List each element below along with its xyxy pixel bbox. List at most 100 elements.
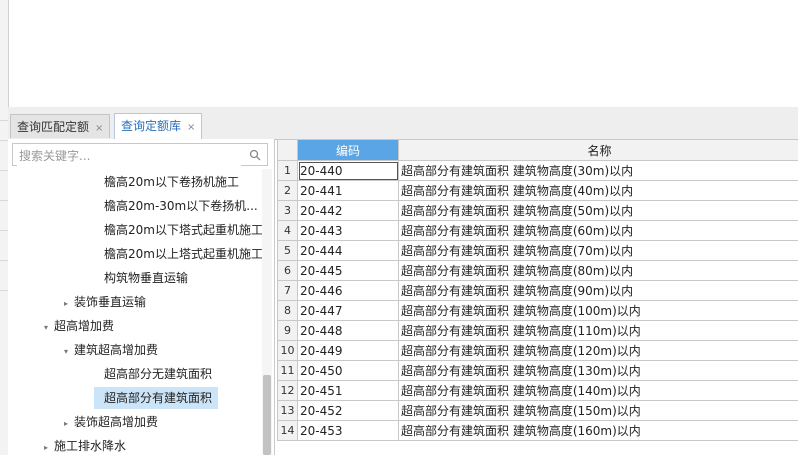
cell-code[interactable]: 20-441	[298, 181, 399, 201]
tree-item[interactable]: 超高部分无建筑面积	[94, 363, 212, 385]
tree-item-label: 檐高20m以上塔式起重机施工	[104, 247, 263, 261]
tree-item[interactable]: ▾超高增加费	[44, 315, 114, 337]
table-row[interactable]: 320-442超高部分有建筑面积 建筑物高度(50m)以内	[278, 201, 798, 221]
tree-item[interactable]: ▸装饰垂直运输	[64, 291, 146, 313]
cell-code[interactable]: 20-446	[298, 281, 399, 301]
column-header-rownum	[278, 140, 298, 161]
table-row[interactable]: 1320-452超高部分有建筑面积 建筑物高度(150m)以内	[278, 401, 798, 421]
tree-item-label: 檐高20m以下卷扬机施工	[104, 175, 239, 189]
chevron-right-icon[interactable]: ▸	[64, 293, 74, 315]
table-row[interactable]: 1020-449超高部分有建筑面积 建筑物高度(120m)以内	[278, 341, 798, 361]
tree-item[interactable]: 檐高20m-30m以下卷扬机...	[94, 195, 258, 217]
table-row[interactable]: 720-446超高部分有建筑面积 建筑物高度(90m)以内	[278, 281, 798, 301]
tree-item[interactable]: 超高部分有建筑面积	[94, 387, 218, 409]
row-number[interactable]: 4	[278, 221, 298, 241]
cell-code[interactable]: 20-447	[298, 301, 399, 321]
row-number[interactable]: 2	[278, 181, 298, 201]
cell-code[interactable]: 20-453	[298, 421, 399, 441]
tree-item[interactable]: ▾建筑超高增加费	[64, 339, 158, 361]
cell-code[interactable]: 20-448	[298, 321, 399, 341]
table-row[interactable]: 1420-453超高部分有建筑面积 建筑物高度(160m)以内	[278, 421, 798, 441]
tree-item[interactable]: 檐高20m以下卷扬机施工	[94, 171, 239, 193]
cell-code[interactable]: 20-442	[298, 201, 399, 221]
cell-code[interactable]: 20-452	[298, 401, 399, 421]
close-icon[interactable]: ×	[95, 123, 103, 134]
cell-name[interactable]: 超高部分有建筑面积 建筑物高度(120m)以内	[399, 341, 798, 361]
tab-bar: 查询匹配定额 × 查询定额库 ×	[8, 107, 798, 140]
row-number[interactable]: 5	[278, 241, 298, 261]
tab-label: 查询定额库	[121, 119, 181, 133]
row-number[interactable]: 13	[278, 401, 298, 421]
tree-scrollbar[interactable]	[262, 169, 272, 455]
cell-name[interactable]: 超高部分有建筑面积 建筑物高度(90m)以内	[399, 281, 798, 301]
column-header-code[interactable]: 编码	[298, 140, 399, 161]
cell-code[interactable]: 20-440	[298, 161, 399, 181]
chevron-right-icon[interactable]: ▸	[64, 413, 74, 435]
tree-item-label: 装饰垂直运输	[74, 295, 146, 309]
tab-query-match[interactable]: 查询匹配定额 ×	[10, 114, 110, 138]
row-number[interactable]: 1	[278, 161, 298, 181]
row-number[interactable]: 9	[278, 321, 298, 341]
tree-item-label: 构筑物垂直运输	[104, 271, 188, 285]
cell-name[interactable]: 超高部分有建筑面积 建筑物高度(150m)以内	[399, 401, 798, 421]
table-row[interactable]: 620-445超高部分有建筑面积 建筑物高度(80m)以内	[278, 261, 798, 281]
search-input[interactable]	[17, 145, 241, 166]
quota-table: 编码 名称 120-440超高部分有建筑面积 建筑物高度(30m)以内220-4…	[277, 139, 798, 441]
tab-query-library[interactable]: 查询定额库 ×	[114, 113, 202, 139]
row-number[interactable]: 14	[278, 421, 298, 441]
cell-name[interactable]: 超高部分有建筑面积 建筑物高度(160m)以内	[399, 421, 798, 441]
search-box	[12, 143, 268, 166]
close-icon[interactable]: ×	[187, 122, 195, 133]
row-number[interactable]: 12	[278, 381, 298, 401]
tree-item-label: 施工排水降水	[54, 439, 126, 453]
cell-name[interactable]: 超高部分有建筑面积 建筑物高度(80m)以内	[399, 261, 798, 281]
tree-item[interactable]: 檐高20m以下塔式起重机施工	[94, 219, 263, 241]
row-number[interactable]: 6	[278, 261, 298, 281]
cell-name[interactable]: 超高部分有建筑面积 建筑物高度(60m)以内	[399, 221, 798, 241]
tree-item-label: 檐高20m以下塔式起重机施工	[104, 223, 263, 237]
tree-item-label: 超高增加费	[54, 319, 114, 333]
table-row[interactable]: 920-448超高部分有建筑面积 建筑物高度(110m)以内	[278, 321, 798, 341]
column-header-name[interactable]: 名称	[399, 140, 798, 161]
chevron-down-icon[interactable]: ▾	[44, 317, 54, 339]
tree-item[interactable]: ▸装饰超高增加费	[64, 411, 158, 433]
cell-name[interactable]: 超高部分有建筑面积 建筑物高度(70m)以内	[399, 241, 798, 261]
scrollbar-thumb[interactable]	[263, 375, 271, 455]
tab-label: 查询匹配定额	[17, 120, 89, 134]
cell-name[interactable]: 超高部分有建筑面积 建筑物高度(110m)以内	[399, 321, 798, 341]
cell-name[interactable]: 超高部分有建筑面积 建筑物高度(30m)以内	[399, 161, 798, 181]
cell-code[interactable]: 20-445	[298, 261, 399, 281]
cell-name[interactable]: 超高部分有建筑面积 建筑物高度(140m)以内	[399, 381, 798, 401]
search-icon[interactable]	[249, 149, 261, 161]
quota-grid-panel: 编码 名称 120-440超高部分有建筑面积 建筑物高度(30m)以内220-4…	[277, 139, 798, 455]
row-number[interactable]: 3	[278, 201, 298, 221]
chevron-down-icon[interactable]: ▾	[64, 341, 74, 363]
tree-item[interactable]: ▸施工排水降水	[44, 435, 126, 457]
cell-name[interactable]: 超高部分有建筑面积 建筑物高度(40m)以内	[399, 181, 798, 201]
cell-code[interactable]: 20-443	[298, 221, 399, 241]
cell-code[interactable]: 20-450	[298, 361, 399, 381]
table-row[interactable]: 1120-450超高部分有建筑面积 建筑物高度(130m)以内	[278, 361, 798, 381]
table-row[interactable]: 820-447超高部分有建筑面积 建筑物高度(100m)以内	[278, 301, 798, 321]
cell-code[interactable]: 20-449	[298, 341, 399, 361]
chevron-right-icon[interactable]: ▸	[44, 437, 54, 459]
table-row[interactable]: 520-444超高部分有建筑面积 建筑物高度(70m)以内	[278, 241, 798, 261]
tree-item[interactable]: 构筑物垂直运输	[94, 267, 188, 289]
table-row[interactable]: 220-441超高部分有建筑面积 建筑物高度(40m)以内	[278, 181, 798, 201]
cell-code[interactable]: 20-444	[298, 241, 399, 261]
tree-item-label: 超高部分无建筑面积	[104, 367, 212, 381]
table-row[interactable]: 1220-451超高部分有建筑面积 建筑物高度(140m)以内	[278, 381, 798, 401]
row-number[interactable]: 8	[278, 301, 298, 321]
table-row[interactable]: 120-440超高部分有建筑面积 建筑物高度(30m)以内	[278, 161, 798, 181]
library-tree-panel: 檐高20m以下卷扬机施工檐高20m-30m以下卷扬机... 檐高20m以下塔式起重…	[8, 139, 275, 455]
cell-name[interactable]: 超高部分有建筑面积 建筑物高度(130m)以内	[399, 361, 798, 381]
row-number[interactable]: 10	[278, 341, 298, 361]
tree-item-label: 超高部分有建筑面积	[104, 391, 212, 405]
cell-name[interactable]: 超高部分有建筑面积 建筑物高度(100m)以内	[399, 301, 798, 321]
table-row[interactable]: 420-443超高部分有建筑面积 建筑物高度(60m)以内	[278, 221, 798, 241]
tree-item[interactable]: 檐高20m以上塔式起重机施工	[94, 243, 263, 265]
row-number[interactable]: 7	[278, 281, 298, 301]
cell-code[interactable]: 20-451	[298, 381, 399, 401]
cell-name[interactable]: 超高部分有建筑面积 建筑物高度(50m)以内	[399, 201, 798, 221]
row-number[interactable]: 11	[278, 361, 298, 381]
